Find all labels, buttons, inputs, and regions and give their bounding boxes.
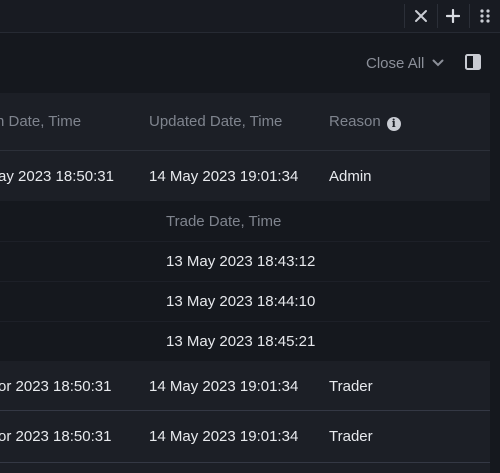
table-row[interactable]: ay 2023 18:50:31 14 May 2023 19:01:34 Ad… — [0, 152, 490, 201]
cell-updated: 14 May 2023 19:01:34 — [149, 378, 299, 395]
cell-trade-date: 13 May 2023 18:43:12 — [166, 253, 316, 270]
trade-row[interactable]: 13 May 2023 18:45:21 — [0, 321, 490, 361]
header-updated-date[interactable]: Updated Date, Time — [149, 113, 282, 130]
drag-handle[interactable] — [470, 0, 500, 32]
table-row[interactable]: or 2023 18:50:31 14 May 2023 19:01:34 Tr… — [0, 362, 490, 411]
cell-reason: Trader — [329, 378, 373, 395]
cell-created: or 2023 18:50:31 — [0, 378, 112, 395]
titlebar-divider — [404, 4, 405, 28]
header-reason-label: Reason — [329, 113, 381, 130]
close-all-dropdown[interactable]: Close All — [366, 51, 444, 75]
window-titlebar — [0, 0, 500, 33]
toggle-panel-button[interactable] — [464, 53, 482, 71]
cell-reason: Trader — [329, 428, 373, 445]
cell-updated: 14 May 2023 19:01:34 — [149, 428, 299, 445]
cell-updated: 14 May 2023 19:01:34 — [149, 168, 299, 185]
trade-row[interactable]: 13 May 2023 18:43:12 — [0, 241, 490, 282]
cell-reason: Admin — [329, 168, 372, 185]
cell-trade-date: 13 May 2023 18:45:21 — [166, 333, 316, 350]
header-created-date[interactable]: n Date, Time — [0, 113, 81, 130]
column-panel-icon — [465, 54, 481, 70]
chevron-down-icon — [432, 59, 444, 67]
table-toolbar: Close All — [0, 33, 500, 93]
close-all-label: Close All — [366, 54, 425, 72]
plus-icon — [446, 9, 460, 23]
close-window-button[interactable] — [406, 0, 436, 32]
close-icon — [415, 10, 427, 22]
info-icon[interactable]: i — [386, 116, 401, 131]
trade-details-header: Trade Date, Time — [0, 201, 490, 242]
orders-table: n Date, Time Updated Date, Time Reason i … — [0, 93, 490, 473]
drag-handle-icon — [480, 9, 490, 23]
header-trade-date: Trade Date, Time — [166, 213, 282, 230]
add-button[interactable] — [438, 0, 468, 32]
table-row[interactable]: or 2023 18:50:31 14 May 2023 19:01:34 Tr… — [0, 412, 490, 461]
cell-created: or 2023 18:50:31 — [0, 428, 112, 445]
table-header: n Date, Time Updated Date, Time Reason i — [0, 93, 490, 151]
cell-trade-date: 13 May 2023 18:44:10 — [166, 293, 316, 310]
row-divider — [0, 462, 490, 463]
vertical-scrollbar[interactable] — [490, 93, 500, 473]
trade-details: Trade Date, Time 13 May 2023 18:43:12 13… — [0, 201, 490, 361]
row-divider — [0, 410, 490, 411]
header-reason[interactable]: Reason i — [329, 113, 401, 131]
cell-created: ay 2023 18:50:31 — [0, 168, 114, 185]
trade-row[interactable]: 13 May 2023 18:44:10 — [0, 281, 490, 322]
